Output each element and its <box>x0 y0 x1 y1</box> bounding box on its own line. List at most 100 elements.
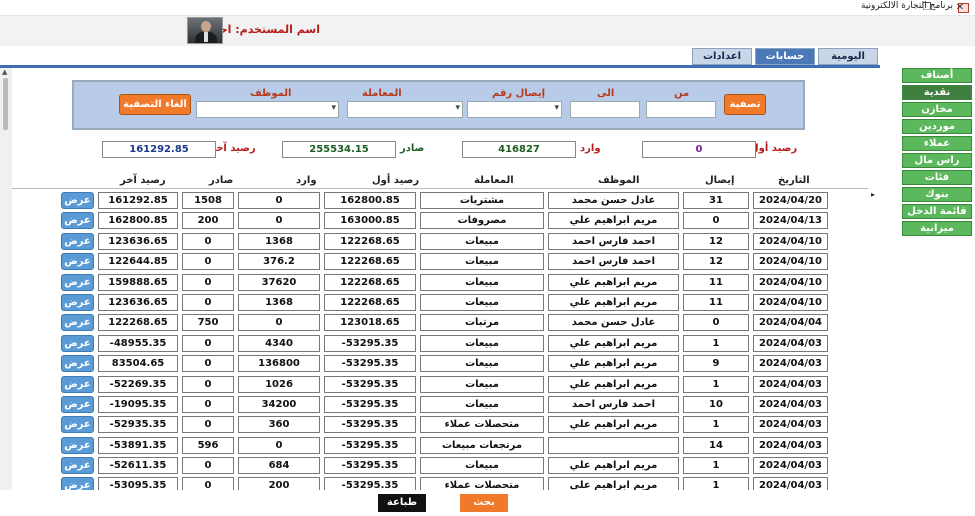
cell-transaction: مبيعات <box>420 253 544 271</box>
search-button[interactable]: بحث <box>460 494 508 512</box>
col-employee: الموظف <box>598 175 640 186</box>
outgoing-value: 255534.15 <box>282 141 396 158</box>
cell-receipt: 31 <box>683 192 749 209</box>
sidebar-item-stores[interactable]: مخازن <box>902 102 972 117</box>
incoming-label: وارد <box>580 143 601 154</box>
view-button[interactable]: عرض <box>61 395 94 413</box>
sidebar-item-categories[interactable]: فئات <box>902 170 972 185</box>
view-button[interactable]: عرض <box>61 253 94 271</box>
sidebar-item-customers[interactable]: عملاء <box>902 136 972 151</box>
view-button[interactable]: عرض <box>61 375 94 393</box>
col-receipt: إيصال <box>705 175 735 186</box>
cell-receipt: 1 <box>683 375 749 393</box>
cell-transaction: مصروفات <box>420 212 544 230</box>
cell-receipt: 1 <box>683 477 749 490</box>
from-date-input[interactable] <box>646 101 716 118</box>
employee-select[interactable] <box>196 101 339 118</box>
view-button[interactable]: عرض <box>61 273 94 291</box>
view-button[interactable]: عرض <box>61 293 94 311</box>
cell-transaction: مبيعات <box>420 232 544 250</box>
cell-opening: -53295.35 <box>324 395 416 413</box>
cell-incoming: 1026 <box>238 375 320 393</box>
cell-date: 2024/04/03 <box>753 477 828 490</box>
cell-outgoing: 0 <box>182 477 234 490</box>
cell-opening: -53295.35 <box>324 355 416 373</box>
cell-closing: 83504.65 <box>98 355 178 373</box>
view-button[interactable]: عرض <box>61 477 94 490</box>
cell-date: 2024/04/03 <box>753 375 828 393</box>
grid-separator <box>12 188 868 189</box>
cell-closing: -48955.35 <box>98 334 178 352</box>
cell-receipt: 10 <box>683 395 749 413</box>
user-label: اسم المستخدم: احمد <box>205 23 320 36</box>
cell-transaction: متحصلات عملاء <box>420 477 544 490</box>
cell-transaction: مبيعات <box>420 457 544 475</box>
cell-outgoing: 0 <box>182 395 234 413</box>
cell-opening: -53295.35 <box>324 477 416 490</box>
cell-receipt: 12 <box>683 232 749 250</box>
cell-transaction: مرتجعات مبيعات <box>420 436 544 454</box>
tab-settings[interactable]: اعدادات <box>692 48 752 65</box>
cell-opening: 122268.65 <box>324 253 416 271</box>
tab-accounts[interactable]: حسابات <box>755 48 815 65</box>
close-button[interactable]: ✕ <box>945 0 975 16</box>
restore-button[interactable]: ❐ <box>912 0 942 16</box>
cell-opening: 122268.65 <box>324 232 416 250</box>
cell-employee: مريم ابراهيم علي <box>548 293 679 311</box>
cell-outgoing: 200 <box>182 212 234 230</box>
caret-right-icon[interactable]: ▸ <box>871 190 875 199</box>
to-date-input[interactable] <box>570 101 640 118</box>
cell-transaction: مبيعات <box>420 395 544 413</box>
cell-employee: عادل حسن محمد <box>548 314 679 332</box>
scroll-thumb[interactable] <box>3 78 8 130</box>
cell-receipt: 9 <box>683 355 749 373</box>
view-button[interactable]: عرض <box>61 314 94 332</box>
sidebar-item-items[interactable]: أصناف <box>902 68 972 83</box>
cell-closing: -53095.35 <box>98 477 178 490</box>
sidebar-item-balance-sheet[interactable]: ميزانية <box>902 221 972 236</box>
sidebar-item-suppliers[interactable]: موردين <box>902 119 972 134</box>
title-bar: برنامج التجارة الالكترونية ❐ ✕ <box>0 0 975 16</box>
transaction-select[interactable] <box>347 101 463 118</box>
view-button[interactable]: عرض <box>61 212 94 230</box>
sidebar-item-capital[interactable]: راس مال <box>902 153 972 168</box>
col-date: التاريخ <box>778 175 810 186</box>
clear-filter-button[interactable]: الغاء التصفية <box>119 94 191 115</box>
cell-date: 2024/04/03 <box>753 436 828 454</box>
view-button[interactable]: عرض <box>61 232 94 250</box>
scroll-up-icon[interactable]: ▲ <box>2 68 7 76</box>
filter-button[interactable]: تصفية <box>724 94 766 115</box>
cell-employee: مريم ابراهيم علي <box>548 334 679 352</box>
sidebar-item-banks[interactable]: بنوك <box>902 187 972 202</box>
vertical-scrollbar[interactable]: ▲ <box>0 68 12 516</box>
cell-receipt: 11 <box>683 273 749 291</box>
table-row: عرض 2024/04/10 12 احمد فارس احمد مبيعات 12226… <box>12 232 868 252</box>
cell-closing: 123636.65 <box>98 293 178 311</box>
cell-opening: -53295.35 <box>324 436 416 454</box>
tab-daily[interactable]: اليومية <box>818 48 878 65</box>
view-button[interactable]: عرض <box>61 334 94 352</box>
cell-closing: -53891.35 <box>98 436 178 454</box>
cell-date: 2024/04/03 <box>753 355 828 373</box>
table-row: عرض 2024/04/03 1 مريم ابراهيم علي مبيعات -532… <box>12 375 868 395</box>
view-button[interactable]: عرض <box>61 457 94 475</box>
table-row: عرض 2024/04/10 11 مريم ابراهيم علي مبيعات 122… <box>12 293 868 313</box>
row-scroll[interactable]: ▸ <box>868 188 880 490</box>
receipt-select[interactable] <box>467 101 562 118</box>
view-button[interactable]: عرض <box>61 436 94 454</box>
cell-date: 2024/04/10 <box>753 253 828 271</box>
view-button[interactable]: عرض <box>61 355 94 373</box>
col-incoming: وارد <box>296 175 317 186</box>
cell-incoming: 34200 <box>238 395 320 413</box>
table-row: عرض 2024/04/10 12 احمد فارس احمد مبيعات 12226… <box>12 252 868 272</box>
cell-transaction: مبيعات <box>420 375 544 393</box>
sidebar-item-cash[interactable]: نقدية <box>902 85 972 100</box>
view-button[interactable]: عرض <box>61 192 94 209</box>
view-button[interactable]: عرض <box>61 416 94 434</box>
cell-opening: -53295.35 <box>324 416 416 434</box>
cell-date: 2024/04/03 <box>753 457 828 475</box>
print-button[interactable]: طباعة <box>378 494 426 512</box>
cell-closing: -19095.35 <box>98 395 178 413</box>
cell-closing: 161292.85 <box>98 192 178 209</box>
sidebar-item-income-statement[interactable]: قائمة الدخل <box>902 204 972 219</box>
